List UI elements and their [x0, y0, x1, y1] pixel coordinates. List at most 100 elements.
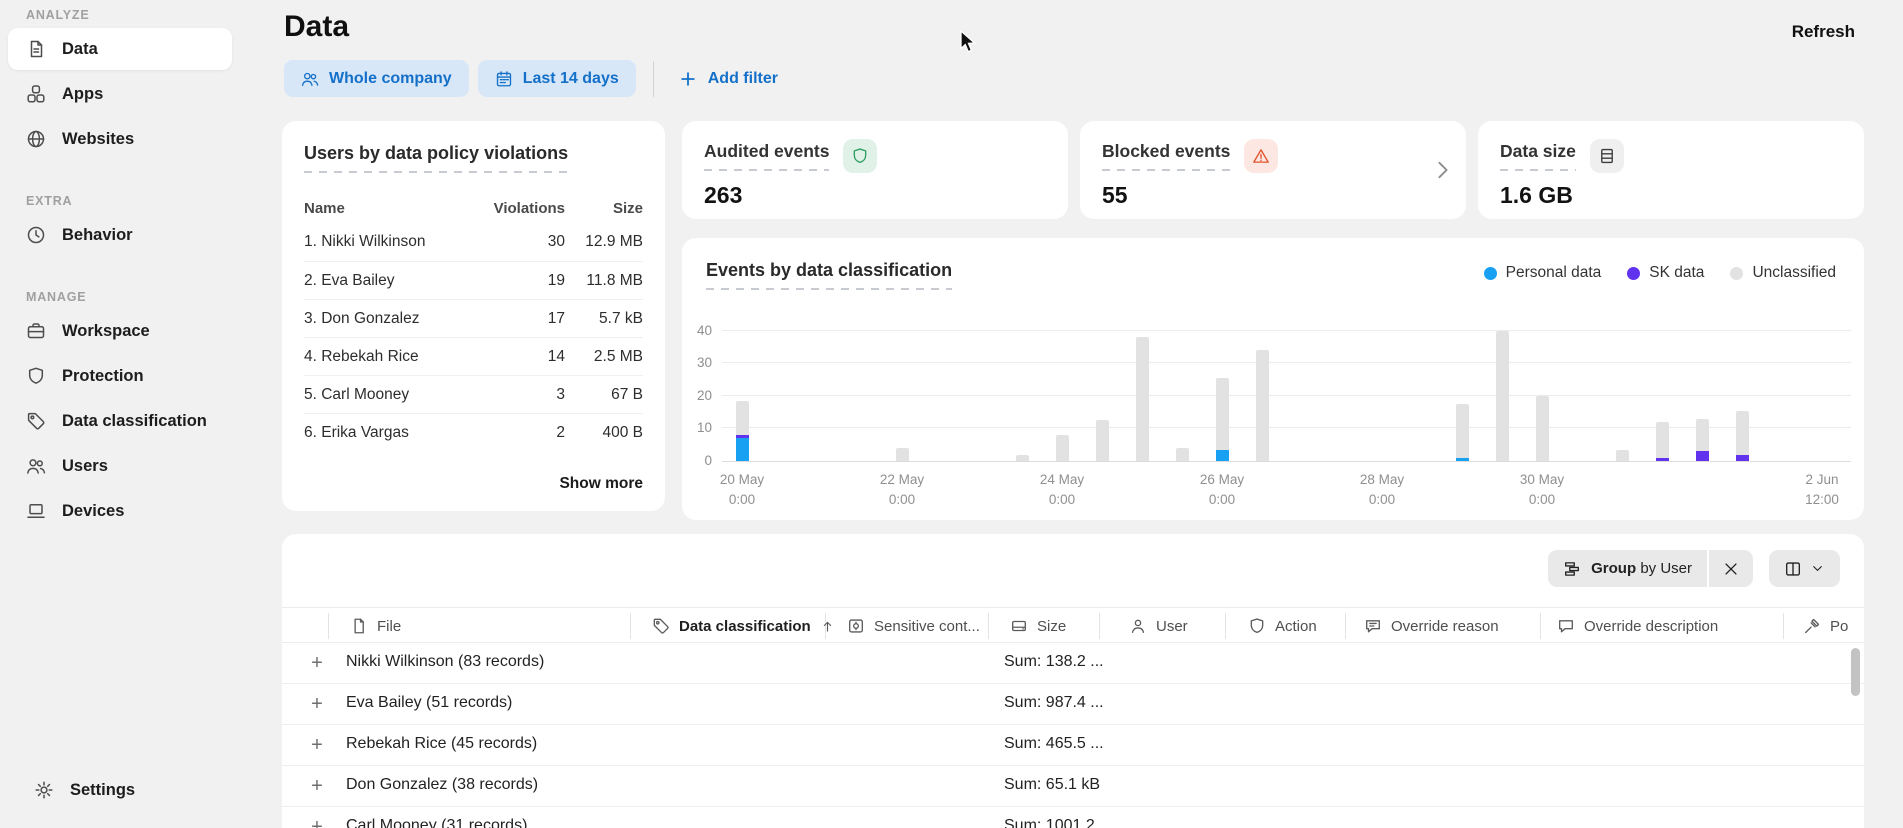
group-row-don-gonzalez-38-records[interactable]: +Don Gonzalez (38 records)Sum: 65.1 kB: [282, 766, 1864, 807]
column-header-data-classification[interactable]: Data classification: [652, 608, 835, 644]
column-size: Size: [565, 200, 643, 217]
column-separator: [630, 613, 631, 639]
stacked-bar[interactable]: [1656, 422, 1669, 461]
stacked-bar[interactable]: [1536, 396, 1549, 461]
column-header-override-description[interactable]: Override description: [1557, 608, 1718, 644]
stacked-bar[interactable]: [1136, 337, 1149, 461]
expand-row-button[interactable]: +: [306, 652, 328, 674]
column-violations: Violations: [480, 200, 565, 217]
expand-row-button[interactable]: +: [306, 816, 328, 828]
user-icon: [1129, 617, 1147, 635]
x-axis-tick-label: 24 May0:00: [1040, 470, 1084, 509]
bar-segment-unclassified: [1616, 450, 1629, 461]
kpi-title: Audited events: [704, 141, 829, 171]
column-header-file[interactable]: File: [350, 608, 401, 644]
stacked-bar[interactable]: [1456, 404, 1469, 461]
violations-row[interactable]: 4. Rebekah Rice142.5 MB: [304, 337, 643, 375]
stacked-bar[interactable]: [1016, 455, 1029, 462]
stacked-bar[interactable]: [1256, 350, 1269, 461]
legend-label: Personal data: [1506, 264, 1602, 282]
sidebar-item-workspace[interactable]: Workspace: [8, 310, 232, 352]
sidebar-item-behavior[interactable]: Behavior: [8, 214, 232, 256]
group-row-carl-mooney-31-records[interactable]: + Carl Mooney (31 records) Sum: 1001.2 ...: [282, 807, 1864, 828]
table-toolbar: Group by User: [1548, 550, 1840, 587]
violations-row[interactable]: 6. Erika Vargas2400 B: [304, 413, 643, 451]
sidebar-item-protection[interactable]: Protection: [8, 355, 232, 397]
expand-row-button[interactable]: +: [306, 775, 328, 797]
column-header-label: Override description: [1584, 618, 1718, 635]
tag-icon: [26, 411, 46, 431]
stacked-bar[interactable]: [736, 401, 749, 461]
group-row-nikki-wilkinson-83-records[interactable]: +Nikki Wilkinson (83 records)Sum: 138.2 …: [282, 643, 1864, 684]
column-header-po[interactable]: Po: [1803, 608, 1848, 644]
column-header-user[interactable]: User: [1129, 608, 1188, 644]
expand-row-button[interactable]: +: [306, 734, 328, 756]
sidebar-item-apps[interactable]: Apps: [8, 73, 232, 115]
stacked-bar[interactable]: [1216, 378, 1229, 461]
group-row-sum: Sum: 1001.2 ...: [1004, 817, 1113, 828]
table-scrollbar[interactable]: [1851, 646, 1860, 824]
group-by-button[interactable]: Group by User: [1548, 550, 1707, 587]
show-more-button[interactable]: Show more: [559, 475, 643, 493]
group-row-label: Carl Mooney (31 records): [346, 817, 527, 828]
violations-row[interactable]: 1. Nikki Wilkinson3012.9 MB: [304, 223, 643, 261]
sidebar-item-users[interactable]: Users: [8, 445, 232, 487]
add-filter-button[interactable]: Add filter: [679, 70, 778, 88]
stacked-bar[interactable]: [1616, 450, 1629, 461]
group-row-sum: Sum: 465.5 ...: [1004, 735, 1104, 753]
column-header-override-reason[interactable]: Override reason: [1364, 608, 1499, 644]
kpi-value: 263: [704, 182, 1046, 209]
x-axis-tick-label: 30 May0:00: [1520, 470, 1564, 509]
sidebar-item-data[interactable]: Data: [8, 28, 232, 70]
stacked-bar[interactable]: [896, 448, 909, 461]
violations-row[interactable]: 5. Carl Mooney367 B: [304, 375, 643, 413]
sidebar-item-settings[interactable]: Settings: [16, 769, 224, 811]
user-name: 1. Nikki Wilkinson: [304, 233, 480, 251]
card-title: Users by data policy violations: [304, 143, 568, 173]
legend-item-personal-data[interactable]: Personal data: [1484, 264, 1602, 282]
stacked-bar[interactable]: [1696, 419, 1709, 461]
violations-row[interactable]: 3. Don Gonzalez175.7 kB: [304, 299, 643, 337]
mouse-cursor: [960, 30, 977, 54]
bar-segment-unclassified: [896, 448, 909, 461]
sidebar-item-label: Data classification: [62, 412, 207, 431]
group-row-rebekah-rice-45-records[interactable]: +Rebekah Rice (45 records)Sum: 465.5 ...: [282, 725, 1864, 766]
bar-segment-unclassified: [1736, 411, 1749, 455]
events-table-panel: Group by User File Data classification Sen…: [282, 534, 1864, 828]
clear-grouping-button[interactable]: [1709, 550, 1753, 587]
legend-item-sk-data[interactable]: SK data: [1627, 264, 1704, 282]
expand-row-button[interactable]: +: [306, 693, 328, 715]
column-separator: [1345, 613, 1346, 639]
column-header-action[interactable]: Action: [1248, 608, 1317, 644]
violations-row[interactable]: 2. Eva Bailey1911.8 MB: [304, 261, 643, 299]
kpi-card-audited-events[interactable]: Audited events 263: [682, 121, 1068, 219]
sidebar-section-label: ANALYZE: [26, 8, 236, 22]
plus-icon: [679, 70, 697, 88]
scrollbar-thumb[interactable]: [1851, 648, 1860, 696]
x-axis-tick-label: 28 May0:00: [1360, 470, 1404, 509]
kpi-card-data-size[interactable]: Data size1.6 GB: [1478, 121, 1864, 219]
scope-filter-chip[interactable]: Whole company: [284, 60, 469, 97]
sidebar-item-data-classification[interactable]: Data classification: [8, 400, 232, 442]
legend-item-unclassified[interactable]: Unclassified: [1730, 264, 1836, 282]
column-header-sensitive-cont[interactable]: Sensitive cont...: [847, 608, 980, 644]
column-header-size[interactable]: Size: [1010, 608, 1066, 644]
period-filter-chip[interactable]: Last 14 days: [478, 60, 636, 97]
sidebar-item-label: Data: [62, 40, 98, 59]
stacked-bar[interactable]: [1056, 435, 1069, 461]
stacked-bar[interactable]: [1496, 331, 1509, 461]
carousel-next-button[interactable]: [1430, 158, 1456, 184]
violations-count: 14: [480, 348, 565, 366]
stacked-bar[interactable]: [1176, 448, 1189, 461]
group-row-eva-bailey-51-records[interactable]: +Eva Bailey (51 records)Sum: 987.4 ...: [282, 684, 1864, 725]
stacked-bar[interactable]: [1096, 420, 1109, 461]
events-chart-card: Events by data classification Personal d…: [682, 238, 1864, 520]
kpi-card-blocked-events[interactable]: Blocked events55: [1080, 121, 1466, 219]
policy-icon: [1803, 617, 1821, 635]
legend-label: SK data: [1649, 264, 1704, 282]
sidebar-item-websites[interactable]: Websites: [8, 118, 232, 160]
stacked-bar[interactable]: [1736, 411, 1749, 461]
columns-button[interactable]: [1769, 550, 1840, 587]
refresh-button[interactable]: Refresh: [1792, 22, 1855, 42]
sidebar-item-devices[interactable]: Devices: [8, 490, 232, 532]
